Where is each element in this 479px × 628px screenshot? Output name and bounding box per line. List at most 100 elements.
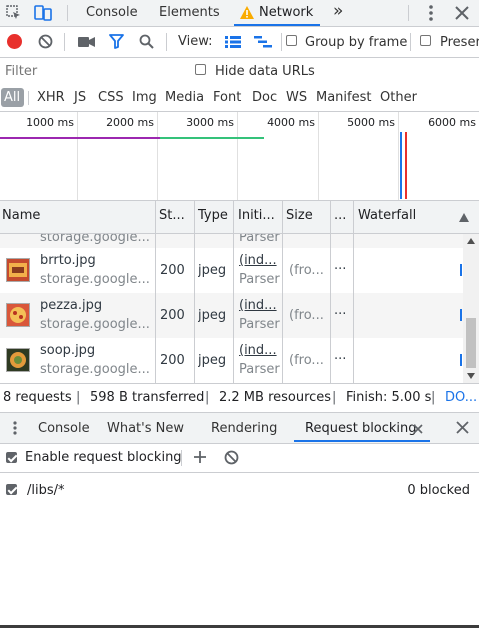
search-icon[interactable]: [139, 34, 154, 53]
column-header-waterfall[interactable]: Waterfall: [358, 208, 416, 223]
timeline-tick: 1000 ms: [26, 116, 74, 129]
enable-request-blocking-checkbox[interactable]: [6, 452, 17, 463]
column-header-type[interactable]: Type: [198, 208, 228, 223]
status-requests: 8 requests: [3, 390, 72, 405]
request-domain: storage.google...: [40, 317, 150, 332]
request-initiator-sub: Parser: [239, 272, 280, 287]
type-filter-js[interactable]: JS: [74, 90, 86, 106]
type-filter-media[interactable]: Media: [165, 90, 204, 106]
group-by-frame-checkbox[interactable]: [286, 35, 297, 46]
column-header-initiator[interactable]: Initi...: [238, 208, 275, 223]
warning-icon: [240, 6, 254, 23]
type-filter-font[interactable]: Font: [213, 90, 241, 106]
type-filter-all[interactable]: All: [4, 90, 20, 106]
preserve-log-checkbox[interactable]: [420, 35, 431, 46]
filter-bar: Hide data URLs: [0, 58, 479, 84]
type-filter-manifest[interactable]: Manifest: [316, 90, 371, 106]
close-tab-icon[interactable]: [413, 423, 423, 438]
enable-request-blocking-label: Enable request blocking: [25, 450, 182, 465]
status-dom-content-loaded: DO...: [445, 390, 478, 405]
scrollbar-thumb[interactable]: [466, 318, 476, 368]
timeline-tick: 5000 ms: [347, 116, 395, 129]
waterfall-bar: [460, 264, 462, 276]
overview-waterfall-icon[interactable]: [254, 36, 272, 52]
close-drawer-icon[interactable]: [456, 421, 469, 438]
request-type: jpeg: [198, 353, 227, 368]
type-filter-ws[interactable]: WS: [286, 90, 307, 106]
dom-content-loaded-marker: [400, 132, 402, 199]
more-tabs-button[interactable]: »: [333, 0, 343, 26]
remove-all-patterns-icon[interactable]: [224, 450, 239, 469]
waterfall-bar: [460, 309, 462, 321]
tab-console[interactable]: Console: [86, 0, 138, 26]
add-pattern-icon[interactable]: [193, 450, 207, 468]
close-devtools-icon[interactable]: [455, 6, 469, 24]
tab-elements[interactable]: Elements: [159, 0, 220, 26]
device-toolbar-icon[interactable]: [34, 4, 52, 26]
view-label: View:: [178, 34, 213, 49]
pattern-enabled-checkbox[interactable]: [6, 484, 17, 495]
request-time: ...: [334, 348, 347, 363]
request-initiator-sub: Parser: [239, 362, 280, 377]
table-scrollbar[interactable]: [463, 234, 479, 383]
request-initiator-link[interactable]: (ind...: [239, 253, 285, 268]
status-finish: Finish: 5.00 s: [346, 390, 432, 405]
blocking-pattern: /libs/*: [27, 483, 65, 498]
clear-icon[interactable]: [38, 34, 53, 53]
request-type: jpeg: [198, 263, 227, 278]
drawer-menu-icon[interactable]: [13, 421, 17, 439]
image-thumbnail: [6, 303, 30, 327]
column-header-size[interactable]: Size: [286, 208, 313, 223]
type-filter-xhr[interactable]: XHR: [37, 90, 65, 106]
request-name: pezza.jpg: [40, 298, 103, 313]
column-header-status[interactable]: St...: [159, 208, 185, 223]
timeline-tick: 6000 ms: [428, 116, 476, 129]
timeline-tick: 2000 ms: [106, 116, 154, 129]
request-size: (fro...: [289, 308, 324, 323]
type-filter-img[interactable]: Img: [132, 90, 157, 106]
timeline-tick: 3000 ms: [186, 116, 234, 129]
list-item[interactable]: /libs/* 0 blocked: [0, 473, 479, 507]
request-domain: storage.google...: [40, 234, 150, 245]
type-filter-other[interactable]: Other: [380, 90, 417, 106]
drawer-tab-console[interactable]: Console: [38, 420, 90, 438]
requests-table-body: storage.google... Parser brrto.jpg stora…: [0, 234, 463, 383]
request-name: soop.jpg: [40, 343, 96, 358]
drawer-tab-rendering[interactable]: Rendering: [211, 420, 277, 438]
timeline-tick: 4000 ms: [267, 116, 315, 129]
filter-funnel-icon[interactable]: [109, 34, 124, 53]
image-thumbnail: [6, 258, 30, 282]
preserve-log-label: Preserv: [440, 35, 479, 50]
inspect-element-icon[interactable]: [6, 5, 22, 25]
top-tab-bar: Console Elements Network »: [0, 0, 479, 26]
request-time: ...: [334, 258, 347, 273]
request-time: ...: [334, 303, 347, 318]
record-icon[interactable]: [7, 34, 22, 49]
kebab-menu-icon[interactable]: [429, 5, 433, 25]
waterfall-bar: [460, 354, 462, 366]
request-name: brrto.jpg: [40, 253, 96, 268]
drawer-tab-whats-new[interactable]: What's New: [107, 420, 184, 438]
type-filter-css[interactable]: CSS: [98, 90, 124, 106]
type-filter-doc[interactable]: Doc: [252, 90, 277, 106]
request-initiator-link[interactable]: (ind...: [239, 298, 285, 313]
column-header-time[interactable]: ...: [334, 208, 346, 223]
screenshot-camera-icon[interactable]: [78, 36, 95, 52]
hide-data-urls-label: Hide data URLs: [215, 64, 315, 79]
request-domain: storage.google...: [40, 362, 150, 377]
request-initiator-link[interactable]: (ind...: [239, 343, 285, 358]
sort-ascending-icon[interactable]: [459, 211, 469, 226]
blocked-count: 0 blocked: [407, 483, 470, 498]
tab-network[interactable]: Network: [259, 0, 313, 26]
status-transferred: 598 B transferred: [90, 390, 205, 405]
request-initiator-sub: Parser: [239, 234, 280, 245]
filter-input[interactable]: [1, 61, 181, 81]
request-blocking-toolbar: Enable request blocking: [0, 444, 479, 472]
request-status: 200: [160, 263, 185, 278]
image-thumbnail: [6, 348, 30, 372]
column-header-name[interactable]: Name: [2, 208, 40, 223]
network-toolbar: View: Group by frame Preserv: [0, 27, 479, 57]
drawer-tab-request-blocking[interactable]: Request blocking: [305, 420, 417, 438]
hide-data-urls-checkbox[interactable]: [195, 64, 206, 75]
large-rows-icon[interactable]: [225, 36, 241, 52]
